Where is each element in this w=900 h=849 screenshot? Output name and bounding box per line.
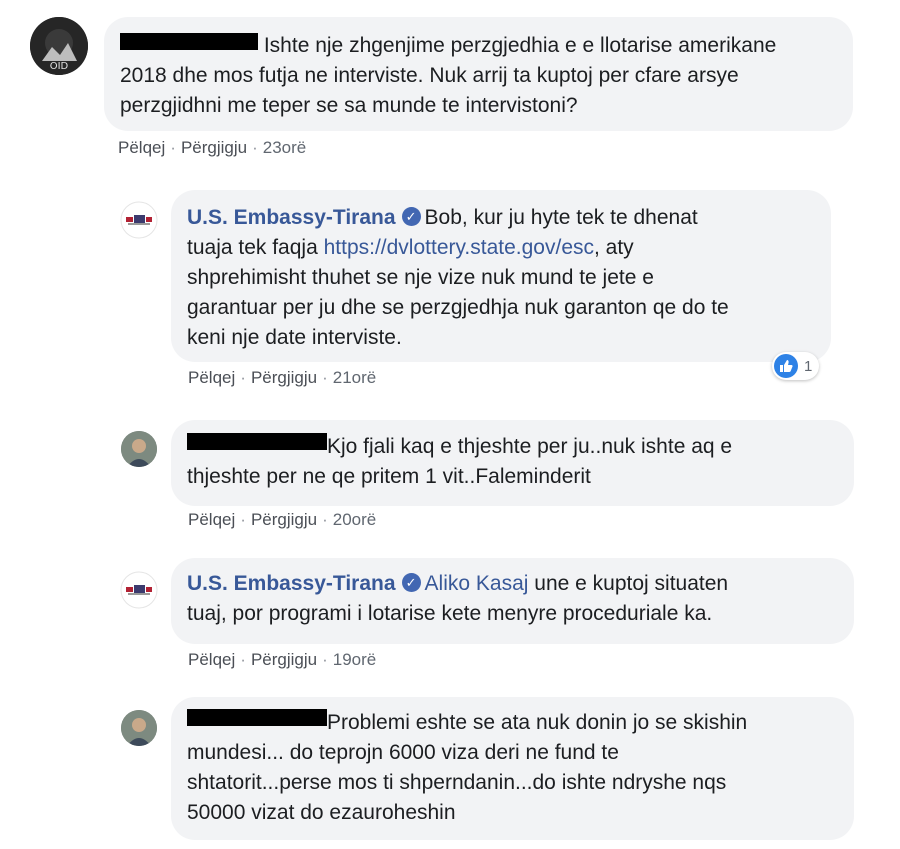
comment-bubble: U.S. Embassy-Tirana ✓ Aliko Kasaj une e ku… [171, 558, 854, 644]
comment-bubble: Kjo fjali kaq e thjeshte per ju..nuk ish… [171, 420, 854, 506]
comment-text: thjeshte per ne qe pritem 1 vit..Falemin… [187, 465, 591, 488]
embassy-avatar[interactable] [120, 571, 158, 609]
reply-button[interactable]: Përgjigju [181, 138, 247, 157]
reaction-summary[interactable]: 1 [772, 352, 820, 380]
like-button[interactable]: Pëlqej [188, 510, 235, 529]
reaction-count: 1 [804, 357, 813, 375]
like-button[interactable]: Pëlqej [118, 138, 165, 157]
svg-text:OID: OID [50, 61, 69, 72]
comment-text: tuaj, por programi i lotarise kete menyr… [187, 602, 713, 625]
reply-button[interactable]: Përgjigju [251, 368, 317, 387]
timestamp[interactable]: 21orë [333, 368, 376, 387]
redacted-author-name [187, 432, 327, 450]
avatar[interactable]: OID [30, 17, 88, 75]
comment-text: Ishte nje zhgenjime perzgjedhia e e llot… [263, 34, 777, 57]
timestamp[interactable]: 19orë [333, 650, 376, 669]
dvlottery-link[interactable]: https://dvlottery.state.gov/esc [324, 236, 594, 259]
comment-author[interactable]: U.S. Embassy-Tirana [187, 572, 396, 595]
avatar[interactable] [121, 431, 157, 467]
comment-bubble: Problemi eshte se ata nuk donin jo se sk… [171, 697, 854, 840]
timestamp[interactable]: 20orë [333, 510, 376, 529]
comment-text: tuaja tek faqja [187, 236, 324, 259]
redacted-author-name [120, 32, 258, 50]
like-reaction-icon [774, 354, 798, 378]
mention-link[interactable]: Aliko Kasaj [425, 572, 529, 595]
comment-actions: Pëlqej · Përgjigju · 20orë [188, 510, 377, 529]
comment-text: Bob, kur ju hyte tek te dhenat [424, 206, 698, 229]
reply-button[interactable]: Përgjigju [251, 650, 317, 669]
comment-text: perzgjidhni me teper se sa munde te inte… [120, 94, 578, 117]
comment-text: shtatorit...perse mos ti shperndanin...d… [187, 771, 727, 794]
comment-actions: Pëlqej · Përgjigju · 19orë [188, 650, 377, 669]
timestamp[interactable]: 23orë [263, 138, 306, 157]
comment-text: mundesi... do teprojn 6000 viza deri ne … [187, 741, 619, 764]
verified-badge-icon: ✓ [401, 572, 421, 592]
comment-text: Problemi eshte se ata nuk donin jo se sk… [327, 711, 748, 734]
comment-text: garantuar per ju dhe se perzgjedhja nuk … [187, 296, 729, 319]
comment-text: , aty [594, 236, 634, 259]
comment-actions: Pëlqej · Përgjigju · 21orë [188, 368, 377, 387]
comment-actions: Pëlqej · Përgjigju · 23orë [118, 138, 307, 157]
comment-text: keni nje date interviste. [187, 326, 402, 349]
reply-button[interactable]: Përgjigju [251, 510, 317, 529]
comment-bubble: Ishte nje zhgenjime perzgjedhia e e llot… [104, 17, 853, 131]
avatar[interactable] [121, 710, 157, 746]
comment-bubble: U.S. Embassy-Tirana ✓ Bob, kur ju hyte tek… [171, 190, 831, 362]
comment-text: une e kuptoj situaten [528, 572, 729, 595]
comment-text: Kjo fjali kaq e thjeshte per ju..nuk ish… [327, 435, 733, 458]
verified-badge-icon: ✓ [401, 206, 421, 226]
like-button[interactable]: Pëlqej [188, 368, 235, 387]
comment-text: 2018 dhe mos futja ne interviste. Nuk ar… [120, 64, 739, 87]
comment-text: shprehimisht thuhet se nje vize nuk mund… [187, 266, 654, 289]
embassy-avatar[interactable] [120, 201, 158, 239]
like-button[interactable]: Pëlqej [188, 650, 235, 669]
comment-text: 50000 vizat do ezauroheshin [187, 801, 456, 824]
comment-author[interactable]: U.S. Embassy-Tirana [187, 206, 396, 229]
redacted-author-name [187, 708, 327, 726]
